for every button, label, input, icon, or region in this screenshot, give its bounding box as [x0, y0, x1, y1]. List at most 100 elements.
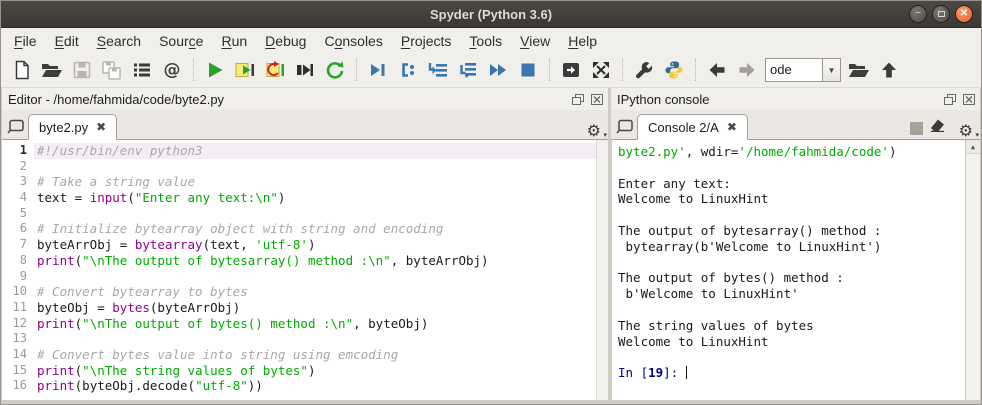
debug-step-return-icon[interactable]: [455, 57, 481, 83]
code-line[interactable]: byteArrObj = bytearray(text, 'utf-8'): [34, 237, 596, 253]
menu-help[interactable]: Help: [559, 30, 606, 52]
code-line[interactable]: text = input("Enter any text:\n"): [34, 190, 596, 206]
code-line[interactable]: [34, 331, 596, 347]
tab-label: Console 2/A: [648, 119, 719, 135]
menu-edit[interactable]: Edit: [46, 30, 88, 52]
forward-icon[interactable]: [734, 57, 760, 83]
debug-step-icon[interactable]: [395, 57, 421, 83]
code-line[interactable]: #!/usr/bin/env python3: [34, 143, 596, 159]
run-selection-icon[interactable]: [292, 57, 318, 83]
open-file-icon[interactable]: [39, 57, 65, 83]
console-line[interactable]: bytearray(b'Welcome to LinuxHint'): [618, 239, 965, 255]
code-line[interactable]: [34, 206, 596, 222]
console-line[interactable]: [618, 349, 965, 365]
maximize-icon[interactable]: [932, 5, 950, 23]
console-line[interactable]: b'Welcome to LinuxHint': [618, 286, 965, 302]
python-path-icon[interactable]: [661, 57, 687, 83]
tab-close-icon[interactable]: ✖: [96, 120, 106, 134]
close-pane-icon[interactable]: [961, 93, 976, 106]
menu-projects[interactable]: Projects: [392, 30, 461, 52]
back-icon[interactable]: [704, 57, 730, 83]
save-all-icon[interactable]: [99, 57, 125, 83]
line-number: 15: [12, 362, 27, 377]
rerun-cell-icon[interactable]: [262, 57, 288, 83]
find-symbols-icon[interactable]: @: [159, 57, 185, 83]
titlebar[interactable]: Spyder (Python 3.6) − ✕: [1, 1, 981, 28]
menu-debug[interactable]: Debug: [256, 30, 315, 52]
console-line[interactable]: Enter any text:: [618, 176, 965, 192]
menu-tools[interactable]: Tools: [460, 30, 511, 52]
menu-consoles[interactable]: Consoles: [315, 30, 391, 52]
console-scrollbar[interactable]: ▲: [965, 140, 980, 400]
open-dir-icon[interactable]: [846, 57, 872, 83]
console-options-gear-icon[interactable]: ⚙: [959, 123, 980, 140]
fullscreen-icon[interactable]: [588, 57, 614, 83]
debug-step-into-icon[interactable]: [425, 57, 451, 83]
code-line[interactable]: # Convert bytearray to bytes: [34, 284, 596, 300]
code-line[interactable]: # Take a string value: [34, 174, 596, 190]
editor-scrollbar[interactable]: [596, 140, 608, 400]
undock-pane-icon[interactable]: [942, 93, 957, 106]
working-dir-value[interactable]: ode: [765, 58, 823, 82]
console-line[interactable]: The string values of bytes: [618, 318, 965, 334]
console-output[interactable]: byte2.py', wdir='/home/fahmida/code') Ent…: [612, 140, 965, 400]
console-line[interactable]: Welcome to LinuxHint: [618, 191, 965, 207]
new-file-icon[interactable]: [9, 57, 35, 83]
editor-options-gear-icon[interactable]: ⚙: [587, 123, 608, 140]
console-line[interactable]: [618, 160, 965, 176]
file-switcher-icon[interactable]: [129, 57, 155, 83]
code-line[interactable]: print("\nThe output of bytes() method :\…: [34, 316, 596, 332]
code-line[interactable]: print("\nThe output of bytesarray() meth…: [34, 253, 596, 269]
console-line[interactable]: In [19]:: [618, 365, 965, 381]
console-line[interactable]: The output of bytesarray() method :: [618, 223, 965, 239]
console-line[interactable]: [618, 207, 965, 223]
run-file-icon[interactable]: [202, 57, 228, 83]
code-line[interactable]: # Convert bytes value into string using …: [34, 347, 596, 363]
code-editor[interactable]: 1 2 3 4 5 6 7 8 9 10 11 12 13 14 15 16 #!/usr/bin/env p…: [2, 140, 608, 400]
parent-dir-icon[interactable]: [876, 57, 902, 83]
run-cell-icon[interactable]: [232, 57, 258, 83]
interrupt-kernel-icon[interactable]: [909, 122, 923, 135]
code-line[interactable]: print(byteObj.decode("utf-8")): [34, 378, 596, 394]
menu-file[interactable]: File: [5, 30, 46, 52]
maximize-pane-icon[interactable]: [558, 57, 584, 83]
debug-stop-icon[interactable]: [515, 57, 541, 83]
debug-continue-icon[interactable]: [485, 57, 511, 83]
close-icon[interactable]: ✕: [955, 5, 973, 23]
undock-pane-icon[interactable]: [570, 93, 585, 106]
text-segment: ): [888, 144, 897, 159]
chevron-down-icon[interactable]: ▼: [823, 58, 841, 82]
browse-tabs-icon[interactable]: [611, 114, 637, 138]
clear-console-icon[interactable]: [929, 117, 946, 137]
console-line[interactable]: [618, 302, 965, 318]
browse-tabs-icon[interactable]: [2, 114, 28, 138]
console-line[interactable]: The output of bytes() method :: [618, 270, 965, 286]
text-segment: "\nThe output of bytesarray() method :\n…: [82, 252, 391, 268]
tab-byte2-py[interactable]: byte2.py ✖: [28, 114, 118, 140]
ipython-console[interactable]: byte2.py', wdir='/home/fahmida/code') Ent…: [611, 140, 980, 400]
menu-view[interactable]: View: [511, 30, 559, 52]
close-pane-icon[interactable]: [589, 93, 604, 106]
code-line[interactable]: [34, 269, 596, 285]
code-line[interactable]: print("\nThe string values of bytes"): [34, 363, 596, 379]
editor-panel-header: Editor - /home/fahmida/code/byte2.py: [2, 88, 608, 110]
tab-close-icon[interactable]: ✖: [727, 120, 737, 134]
menu-source[interactable]: Source: [150, 30, 212, 52]
working-dir-combobox[interactable]: ode ▼: [765, 58, 841, 82]
preferences-wrench-icon[interactable]: [631, 57, 657, 83]
debug-file-icon[interactable]: [365, 57, 391, 83]
rerun-icon[interactable]: [322, 57, 348, 83]
code-line[interactable]: # Initialize bytearray object with strin…: [34, 221, 596, 237]
code-area[interactable]: #!/usr/bin/env python3 # Take a string va…: [34, 140, 596, 400]
minimize-icon[interactable]: −: [909, 5, 927, 23]
code-line[interactable]: [34, 159, 596, 175]
console-line[interactable]: byte2.py', wdir='/home/fahmida/code'): [618, 144, 965, 160]
tab-console-2a[interactable]: Console 2/A ✖: [637, 114, 748, 140]
menu-search[interactable]: Search: [88, 30, 150, 52]
menu-run[interactable]: Run: [212, 30, 256, 52]
console-line[interactable]: [618, 255, 965, 271]
code-line[interactable]: byteObj = bytes(byteArrObj): [34, 300, 596, 316]
console-line[interactable]: Welcome to LinuxHint: [618, 334, 965, 350]
save-icon[interactable]: [69, 57, 95, 83]
scroll-up-icon[interactable]: ▲: [966, 140, 980, 154]
